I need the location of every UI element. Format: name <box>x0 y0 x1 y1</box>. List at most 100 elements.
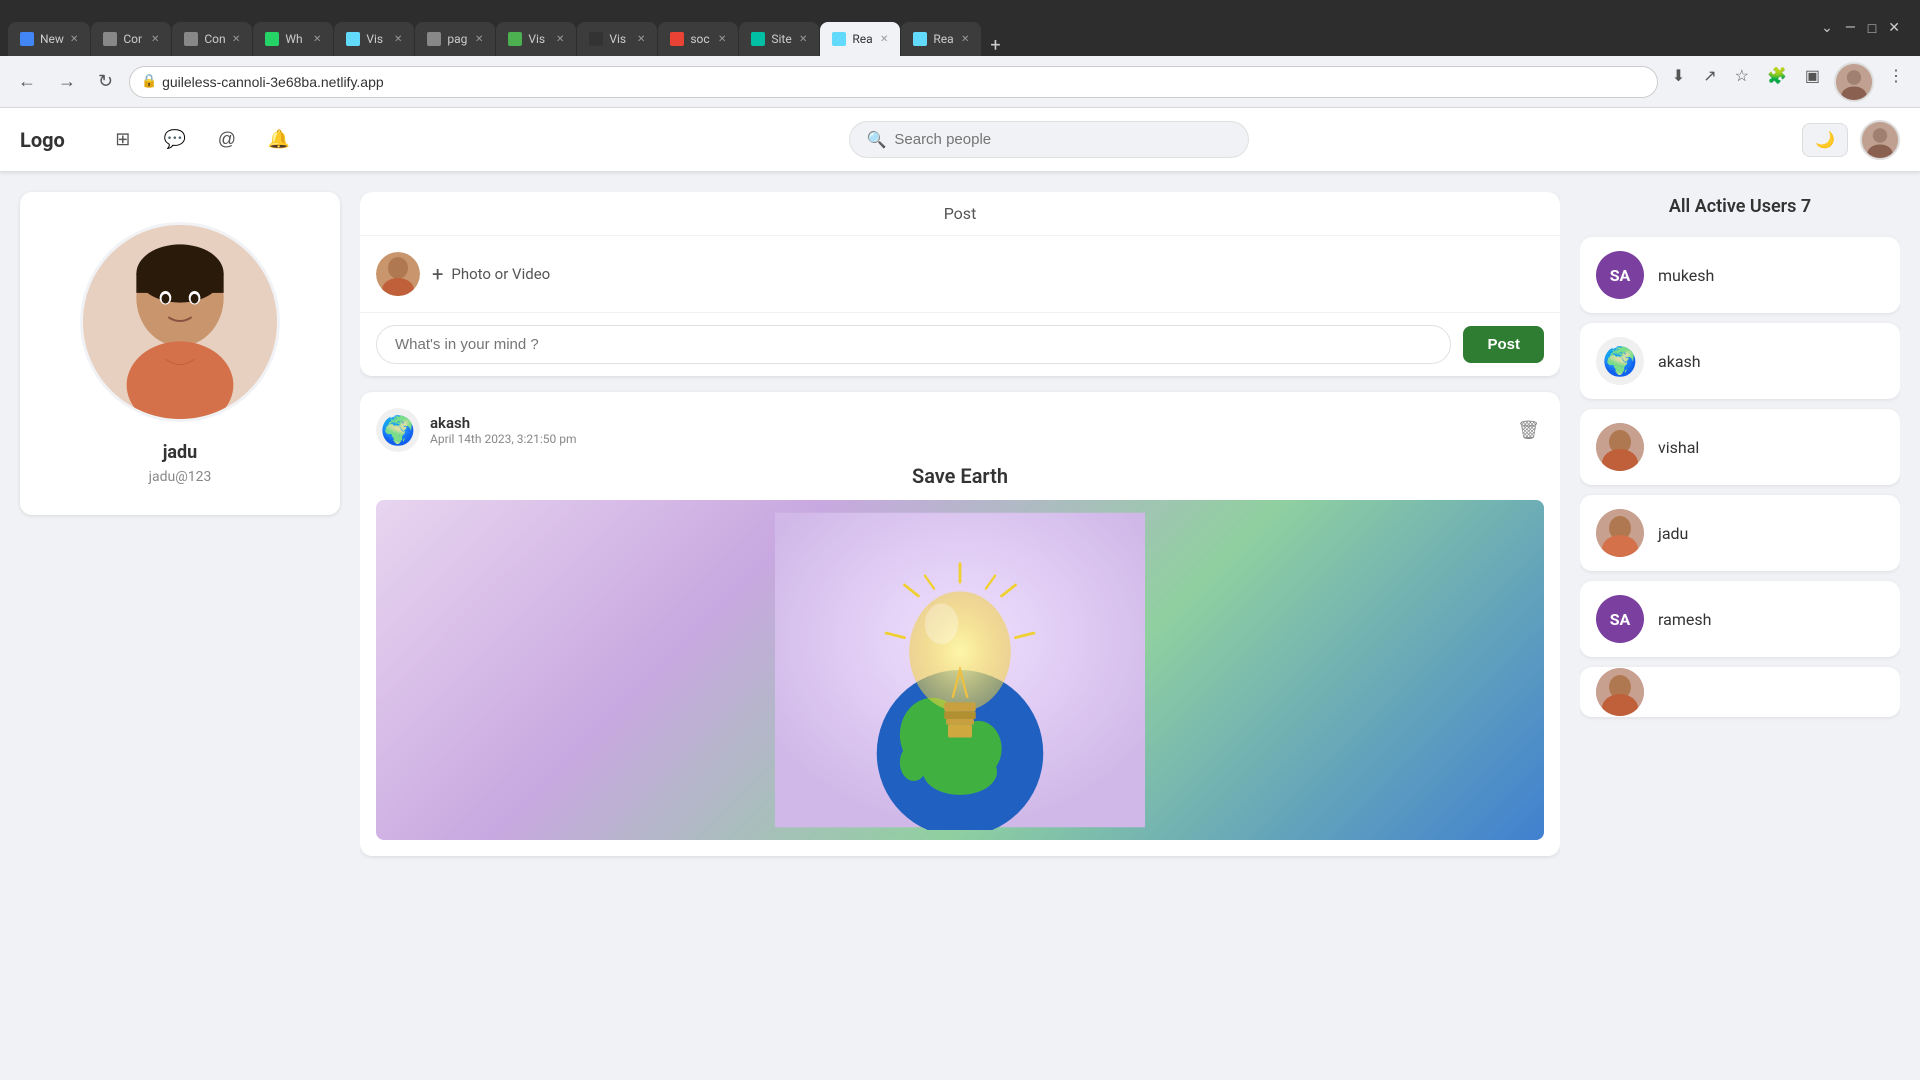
tab-close[interactable]: ✕ <box>880 34 888 45</box>
tab-label: Vis <box>609 32 631 46</box>
nav-right: 🌙 <box>1802 120 1900 160</box>
user-avatar-button[interactable] <box>1860 120 1900 160</box>
main-content: jadu jadu@123 Post <box>0 172 1920 1080</box>
extensions-icon[interactable]: 🧩 <box>1763 62 1791 102</box>
tab-vis1[interactable]: Vis ✕ <box>334 22 414 56</box>
maximize-icon[interactable]: □ <box>1868 20 1876 37</box>
user-card-akash[interactable]: 🌍 akash <box>1580 323 1900 399</box>
tab-con[interactable]: Con ✕ <box>172 22 252 56</box>
post-input-row: Post <box>360 313 1560 376</box>
tab-close[interactable]: ✕ <box>961 34 969 45</box>
right-sidebar: All Active Users 7 SA mukesh 🌍 akash <box>1580 192 1900 1060</box>
tab-close[interactable]: ✕ <box>718 34 726 45</box>
user-card-ramesh[interactable]: SA ramesh <box>1580 581 1900 657</box>
window-controls: ⌄ — □ ✕ <box>1809 20 1912 37</box>
tab-favicon <box>832 32 846 46</box>
profile-avatar <box>80 222 280 422</box>
profile-card: jadu jadu@123 <box>20 192 340 515</box>
tab-site[interactable]: Site ✕ <box>739 22 819 56</box>
tab-label: Site <box>771 32 793 46</box>
tab-pag[interactable]: pag ✕ <box>415 22 495 56</box>
tab-close[interactable]: ✕ <box>313 34 321 45</box>
user-card-unknown[interactable] <box>1580 667 1900 717</box>
post-text-input[interactable] <box>376 325 1451 364</box>
add-post-button[interactable]: ⊞ <box>105 122 141 158</box>
tab-new[interactable]: New ✕ <box>8 22 90 56</box>
browser-profile-avatar[interactable] <box>1834 62 1874 102</box>
add-media-button[interactable]: + Photo or Video <box>432 262 550 286</box>
browser-chrome: New ✕ Cor ✕ Con ✕ Wh ✕ Vis ✕ pag ✕ <box>0 0 1920 56</box>
new-tab-button[interactable]: + <box>982 35 1008 56</box>
post-user-avatar <box>376 252 420 296</box>
tab-vis2[interactable]: Vis ✕ <box>496 22 576 56</box>
user-name-vishal: vishal <box>1658 438 1699 457</box>
tab-label: Wh <box>285 32 307 46</box>
search-input-wrap[interactable]: 🔍 <box>849 121 1249 158</box>
tab-label: soc <box>690 32 712 46</box>
sidebar-icon[interactable]: ▣ <box>1801 62 1824 102</box>
media-label: Photo or Video <box>451 265 550 283</box>
user-card-mukesh[interactable]: SA mukesh <box>1580 237 1900 313</box>
user-avatar-vishal <box>1596 423 1644 471</box>
tab-close[interactable]: ✕ <box>475 34 483 45</box>
tab-favicon <box>184 32 198 46</box>
tab-wh[interactable]: Wh ✕ <box>253 22 333 56</box>
author-globe-avatar: 🌍 <box>376 408 420 452</box>
tab-label: Rea <box>933 32 955 46</box>
tab-favicon <box>265 32 279 46</box>
user-name-jadu: jadu <box>1658 524 1688 543</box>
top-nav: Logo ⊞ 💬 @ 🔔 🔍 🌙 <box>0 108 1920 172</box>
dark-mode-toggle[interactable]: 🌙 <box>1802 123 1848 157</box>
share-icon[interactable]: ↗ <box>1699 62 1720 102</box>
menu-icon[interactable]: ⋮ <box>1884 62 1908 102</box>
tab-label: Vis <box>366 32 388 46</box>
messages-button[interactable]: 💬 <box>157 122 193 158</box>
user-avatar-ramesh: SA <box>1596 595 1644 643</box>
tab-vis3[interactable]: Vis ✕ <box>577 22 657 56</box>
user-avatar-jadu <box>1596 509 1644 557</box>
post-delete-button[interactable]: 🗑 <box>1513 416 1544 445</box>
tab-rea2[interactable]: Rea ✕ <box>901 22 981 56</box>
minimize-icon[interactable]: — <box>1845 20 1856 37</box>
close-icon[interactable]: ✕ <box>1888 20 1900 37</box>
user-card-vishal[interactable]: vishal <box>1580 409 1900 485</box>
back-button[interactable]: ← <box>12 67 42 96</box>
post-timestamp: April 14th 2023, 3:21:50 pm <box>430 432 1503 446</box>
nav-actions: ⊞ 💬 @ 🔔 <box>105 122 297 158</box>
download-icon[interactable]: ⬇ <box>1668 62 1689 102</box>
tab-close[interactable]: ✕ <box>70 34 78 45</box>
tab-label: New <box>40 32 64 46</box>
forward-button[interactable]: → <box>52 67 82 96</box>
chevron-down-icon[interactable]: ⌄ <box>1821 20 1833 37</box>
search-input[interactable] <box>894 131 1232 148</box>
user-name-ramesh: ramesh <box>1658 610 1711 629</box>
tab-close[interactable]: ✕ <box>799 34 807 45</box>
tab-close[interactable]: ✕ <box>637 34 645 45</box>
tab-close[interactable]: ✕ <box>556 34 564 45</box>
user-card-jadu[interactable]: jadu <box>1580 495 1900 571</box>
user-avatar-mukesh: SA <box>1596 251 1644 299</box>
left-sidebar: jadu jadu@123 <box>20 192 340 1060</box>
tab-close[interactable]: ✕ <box>394 34 402 45</box>
tab-favicon <box>670 32 684 46</box>
bookmark-icon[interactable]: ☆ <box>1731 62 1753 102</box>
reload-button[interactable]: ↻ <box>92 67 119 96</box>
active-users-title: All Active Users 7 <box>1580 192 1900 221</box>
post-submit-button[interactable]: Post <box>1463 326 1544 363</box>
tab-rea1[interactable]: Rea ✕ <box>820 22 900 56</box>
app-wrapper: Logo ⊞ 💬 @ 🔔 🔍 🌙 <box>0 108 1920 1080</box>
mentions-button[interactable]: @ <box>209 122 245 158</box>
notifications-button[interactable]: 🔔 <box>261 122 297 158</box>
tab-cor1[interactable]: Cor ✕ <box>91 22 171 56</box>
tab-favicon <box>427 32 441 46</box>
post-title: Save Earth <box>376 464 1544 488</box>
tab-favicon <box>589 32 603 46</box>
address-input[interactable] <box>129 66 1658 98</box>
user-avatar-unknown <box>1596 668 1644 716</box>
user-avatar-akash: 🌍 <box>1596 337 1644 385</box>
profile-name: jadu <box>163 442 198 463</box>
tab-favicon <box>103 32 117 46</box>
tab-close[interactable]: ✕ <box>232 34 240 45</box>
tab-soc[interactable]: soc ✕ <box>658 22 738 56</box>
tab-close[interactable]: ✕ <box>151 34 159 45</box>
